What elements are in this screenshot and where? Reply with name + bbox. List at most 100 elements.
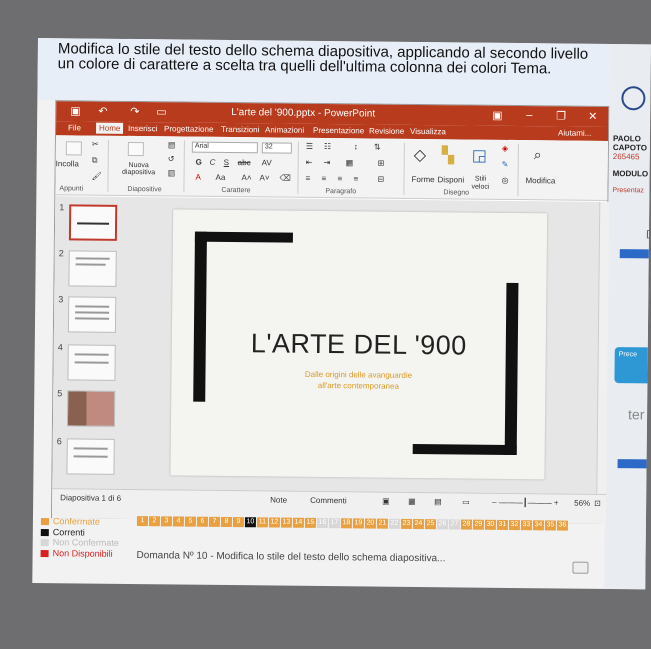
shapes-button[interactable]: Forme [411,175,434,184]
bold-icon[interactable]: G [196,158,202,167]
paste-icon[interactable] [65,141,82,156]
clear-format-icon[interactable]: ⌫ [279,174,290,183]
find-icon[interactable]: ⌕ [534,146,542,163]
redo-icon[interactable]: ↷ [130,105,139,118]
tab-review[interactable]: Revisione [369,126,404,135]
question-number-button[interactable]: 31 [496,519,508,530]
increase-indent-icon[interactable]: ⇥ [324,158,331,167]
tell-me-box[interactable]: Aiutami... [558,128,591,137]
tab-view[interactable]: Visualizza [410,127,446,136]
question-number-button[interactable]: 13 [280,517,292,528]
question-number-button[interactable]: 18 [340,518,352,529]
slide-thumbnail-2[interactable] [68,250,117,287]
undo-icon[interactable]: ↶ [98,105,107,118]
font-size-select[interactable]: 32 [261,142,292,154]
tab-animations[interactable]: Animazioni [265,125,304,134]
question-number-button[interactable]: 24 [412,518,424,530]
line-spacing-icon[interactable]: ↕ [354,142,358,151]
slide-title[interactable]: L'ARTE DEL '900 [172,327,546,362]
question-number-button[interactable]: 2 [148,516,160,527]
minimize-icon[interactable]: – [526,109,532,121]
arrange-icon[interactable]: ▚ [442,145,455,165]
question-number-button[interactable]: 5 [184,516,196,527]
columns-icon[interactable]: ▦ [346,158,354,167]
text-direction-icon[interactable]: ⇅ [374,143,381,152]
question-number-button[interactable]: 1 [136,516,148,527]
slide-thumbnail-6[interactable] [66,438,115,475]
shapes-icon[interactable]: ◇ [414,145,427,165]
question-number-button[interactable]: 33 [520,520,532,531]
previous-button[interactable]: Prece [614,347,651,384]
question-number-button[interactable]: 22 [388,518,400,529]
slide-sorter-icon[interactable]: ▦ [408,497,416,506]
tab-design[interactable]: Progettazione [164,124,213,134]
reset-icon[interactable]: ↺ [168,154,175,163]
tab-file[interactable]: File [68,123,81,132]
question-number-button[interactable]: 26 [436,519,448,530]
align-center-icon[interactable]: ≡ [321,174,326,183]
decrease-indent-icon[interactable]: ⇤ [306,158,313,167]
question-number-button[interactable]: 14 [292,517,304,528]
comments-button[interactable]: Commenti [310,496,347,505]
question-number-button[interactable]: 10 [244,517,256,528]
question-number-button[interactable]: 4 [172,516,184,527]
strikethrough-icon[interactable]: abc [238,158,251,167]
question-number-button[interactable]: 17 [328,518,340,529]
question-number-button[interactable]: 6 [196,516,208,527]
new-slide-button[interactable]: Nuova diapositiva [114,162,164,177]
increase-font-icon[interactable]: A˄ [242,173,252,182]
numbering-icon[interactable]: ☷ [324,142,331,151]
question-number-button[interactable]: 12 [268,517,280,528]
edit-button[interactable]: Modifica [525,176,555,185]
question-number-button[interactable]: 27 [448,519,460,530]
italic-icon[interactable]: C [210,158,216,167]
slideshow-icon[interactable]: ▭ [462,497,470,506]
slide-thumbnail-5[interactable] [66,390,116,427]
copy-icon[interactable]: ⧉ [92,156,98,166]
maximize-icon[interactable]: ❐ [556,109,566,122]
question-number-button[interactable]: 3 [160,516,172,527]
question-number-button[interactable]: 23 [400,518,412,529]
save-icon[interactable]: ▣ [70,104,81,117]
underline-icon[interactable]: S [224,158,229,167]
font-name-select[interactable]: Arial [191,141,258,154]
question-number-button[interactable]: 8 [220,516,232,528]
question-number-button[interactable]: 11 [256,517,268,528]
question-number-button[interactable]: 30 [484,519,496,530]
arrange-button[interactable]: Disponi [437,175,464,184]
tab-insert[interactable]: Inserisci [128,124,157,133]
zoom-level[interactable]: 56% [574,499,590,508]
align-right-icon[interactable]: ≡ [337,174,342,183]
new-slide-icon[interactable] [127,141,144,157]
quick-styles-button[interactable]: Stili veloci [465,175,495,191]
start-presentation-icon[interactable]: ▭ [156,105,167,118]
question-number-button[interactable]: 25 [424,519,436,530]
question-number-button[interactable]: 15 [304,517,316,528]
smartart-icon[interactable]: ⊟ [377,175,384,184]
slide-subtitle[interactable]: Dalle origini delle avanguardie all'arte… [171,367,545,393]
font-color-icon[interactable]: A [196,173,201,182]
slide-canvas[interactable]: L'ARTE DEL '900 Dalle origini delle avan… [170,209,548,480]
shape-fill-icon[interactable]: ◈ [502,144,508,153]
paste-button[interactable]: Incolla [56,159,79,168]
change-case-icon[interactable]: Aa [216,173,226,182]
reading-view-icon[interactable]: ▤ [434,497,442,506]
question-number-button[interactable]: 36 [556,520,568,531]
question-number-button[interactable]: 19 [352,518,364,529]
decrease-font-icon[interactable]: A˅ [260,173,270,182]
zoom-slider[interactable]: – ———┃——— + [492,498,558,508]
shape-outline-icon[interactable]: ✎ [502,160,509,169]
question-number-button[interactable]: 20 [364,518,376,529]
format-painter-icon[interactable]: 🖌 [92,172,102,181]
question-number-button[interactable]: 35 [544,520,556,531]
question-number-button[interactable]: 34 [532,520,544,531]
slide-thumbnail-4[interactable] [67,344,116,381]
notes-button[interactable]: Note [270,495,287,504]
tab-slideshow[interactable]: Presentazione [313,126,364,136]
bullets-icon[interactable]: ☰ [306,142,313,151]
char-spacing-icon[interactable]: AV [262,158,272,167]
fit-slide-icon[interactable]: ⊡ [594,499,601,508]
align-left-icon[interactable]: ≡ [305,174,310,183]
confirm-button[interactable] [572,561,589,574]
question-number-button[interactable]: 21 [376,518,388,529]
